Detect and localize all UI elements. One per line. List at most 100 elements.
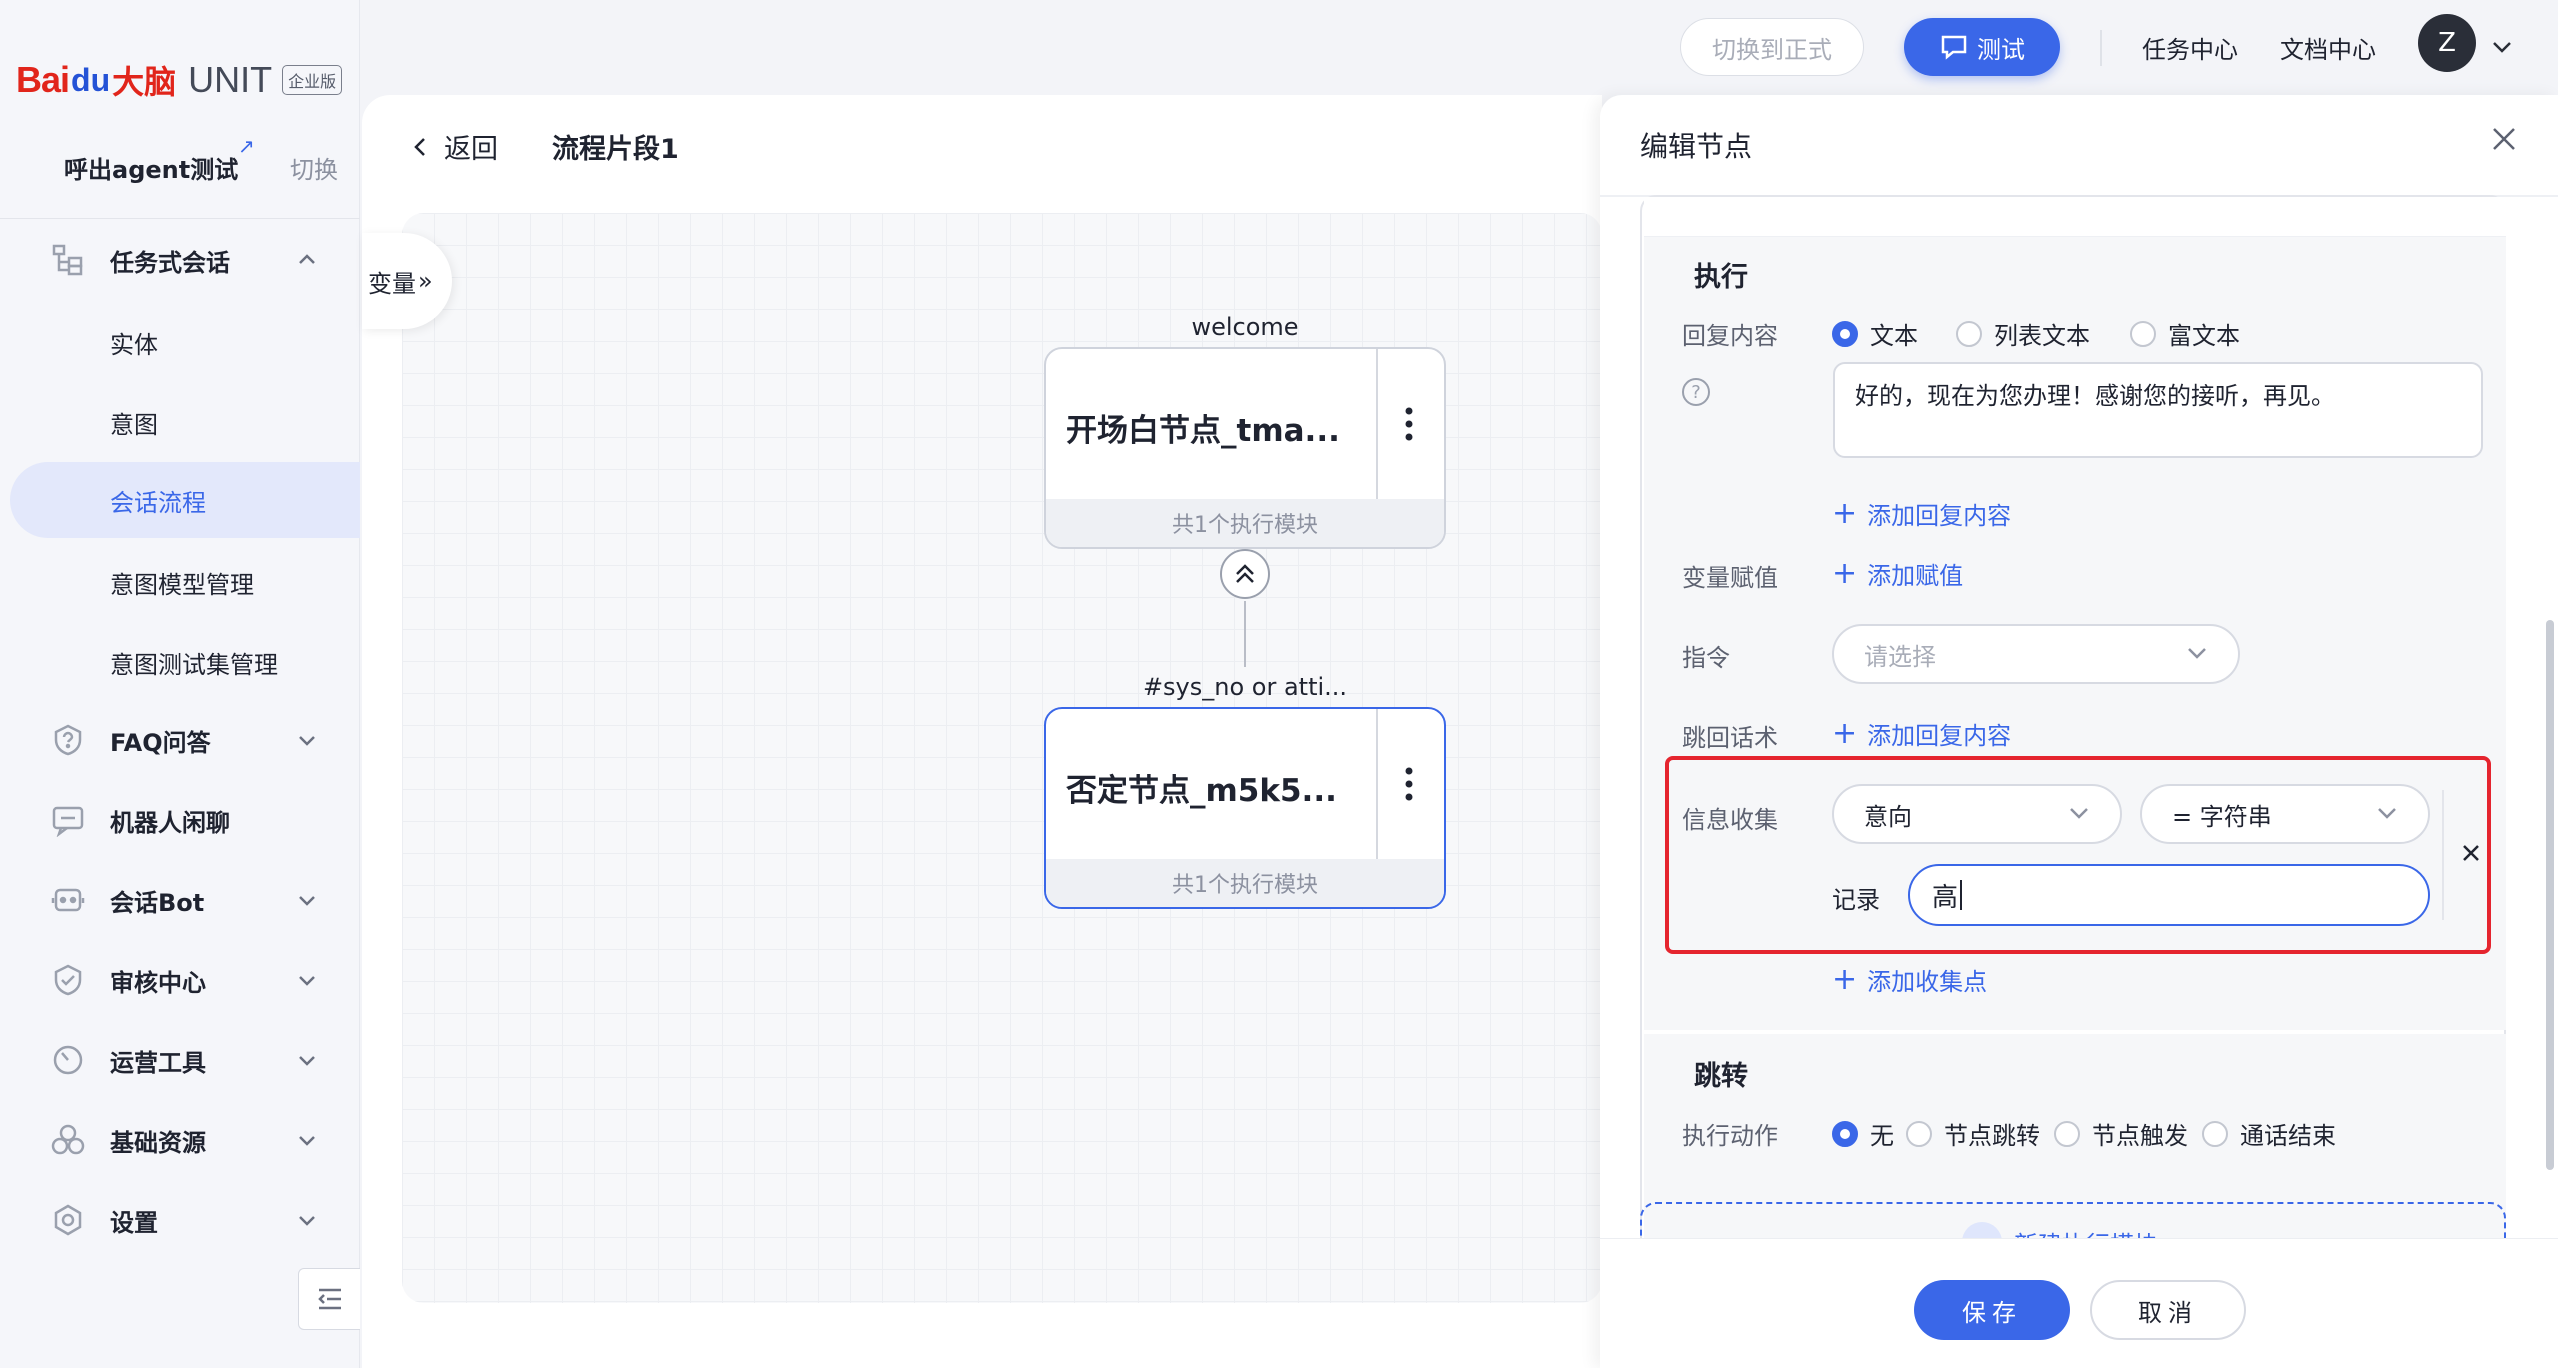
reply-type-rich-radio[interactable]: 富文本	[2130, 316, 2240, 351]
sidebar-item-ops-tools[interactable]: 运营工具	[0, 1020, 360, 1100]
doc-center-link[interactable]: 文档中心	[2280, 30, 2376, 65]
node-title: 否定节点_m5k5...	[1066, 773, 1337, 809]
radio-label: 通话结束	[2240, 1122, 2336, 1150]
save-button[interactable]: 保存	[1914, 1280, 2070, 1340]
chevron-down-icon	[299, 1136, 315, 1146]
node-footer: 共1个执行模块	[1046, 859, 1444, 907]
back-button[interactable]: 返回	[410, 127, 498, 166]
reply-text-area[interactable]: 好的，现在为您办理！感谢您的接听，再见。	[1833, 362, 2483, 458]
switch-agent-link[interactable]: 切换	[290, 150, 338, 185]
add-reply-content-link[interactable]: + 添加回复内容	[1832, 496, 2011, 531]
sidebar-item-base-resources[interactable]: 基础资源	[0, 1100, 360, 1180]
var-assign-label: 变量赋值	[1682, 564, 1778, 592]
chevron-down-icon	[299, 1056, 315, 1066]
new-execution-module-button[interactable]: 新建执行模块	[1640, 1202, 2506, 1238]
close-icon[interactable]	[2490, 125, 2518, 153]
radio-dot	[1906, 1120, 1932, 1147]
sidebar-item-label: 设置	[110, 1208, 158, 1237]
logo-unit-text: UNIT	[188, 59, 273, 100]
node-trigger-label: welcome	[1191, 313, 1299, 341]
action-node-jump-radio[interactable]: 节点跳转	[1906, 1116, 2040, 1151]
edition-badge: 企业版	[282, 65, 343, 95]
node-trigger-label: #sys_no or atti...	[1142, 673, 1348, 701]
add-jump-back-link[interactable]: + 添加回复内容	[1832, 716, 2011, 751]
plus-icon: +	[1832, 496, 1858, 531]
highlight-annotation-box	[1665, 756, 2491, 954]
exec-action-label: 执行动作	[1682, 1122, 1778, 1150]
chat-icon	[50, 802, 86, 838]
baidu-unit-logo[interactable]: Bai du 大脑 UNIT 企业版	[16, 50, 343, 110]
cancel-button[interactable]: 取消	[2090, 1280, 2246, 1340]
card-top-strip	[1644, 197, 2506, 237]
sidebar-subitem-intent-testset[interactable]: 意图测试集管理	[0, 624, 360, 700]
sidebar-subitem-label: 意图	[110, 410, 158, 439]
reply-type-text-radio[interactable]: 文本	[1832, 316, 1918, 351]
add-link-label: 添加收集点	[1867, 968, 1988, 996]
sidebar-item-review-center[interactable]: 审核中心	[0, 940, 360, 1020]
action-node-trigger-radio[interactable]: 节点触发	[2054, 1116, 2188, 1151]
sidebar-item-task-dialog[interactable]: 任务式会话	[0, 220, 360, 300]
help-icon[interactable]: ?	[1682, 378, 1710, 406]
logo-du-text: du	[71, 61, 111, 98]
more-vertical-icon[interactable]	[1394, 399, 1424, 449]
collapse-branch-button[interactable]	[1220, 549, 1270, 599]
plus-icon: +	[1832, 962, 1858, 997]
add-assignment-link[interactable]: + 添加赋值	[1832, 556, 1963, 591]
add-collect-point-link[interactable]: + 添加收集点	[1832, 962, 1987, 997]
flow-fragment-title: 流程片段1	[552, 134, 679, 165]
sidebar-item-chitchat[interactable]: 机器人闲聊	[0, 780, 360, 860]
radio-dot	[1832, 320, 1858, 347]
gauge-icon	[50, 1042, 86, 1078]
test-button[interactable]: 测试	[1904, 18, 2060, 76]
sidebar-item-label: 会话Bot	[110, 888, 205, 917]
task-center-link[interactable]: 任务中心	[2142, 30, 2238, 65]
logo-danao-text: 大脑	[112, 63, 177, 101]
collapse-icon	[317, 1288, 341, 1310]
sidebar-item-settings[interactable]: 设置	[0, 1180, 360, 1260]
sidebar-subitem-entity[interactable]: 实体	[0, 304, 360, 380]
action-end-call-radio[interactable]: 通话结束	[2202, 1116, 2336, 1151]
reply-content-label: 回复内容	[1682, 322, 1778, 350]
execute-section-title: 执行	[1694, 262, 1748, 293]
radio-dot	[1956, 320, 1982, 347]
jump-back-label: 跳回话术	[1682, 724, 1778, 752]
plus-icon: +	[1832, 556, 1858, 591]
sidebar-item-faq[interactable]: FAQ问答	[0, 700, 360, 780]
chevron-down-icon	[299, 896, 315, 906]
double-chevron-right-icon: »	[418, 267, 433, 295]
flow-canvas-panel: 返回 流程片段1 变量 » welcome 开场白节点_tma... 共1个执行…	[362, 95, 1602, 1368]
radio-label: 节点触发	[2092, 1122, 2188, 1150]
node-title: 开场白节点_tma...	[1066, 413, 1340, 449]
hexagon-gear-icon	[50, 1202, 86, 1238]
flow-node-opening[interactable]: 开场白节点_tma... 共1个执行模块	[1044, 347, 1446, 549]
sidebar-item-dialog-bot[interactable]: 会话Bot	[0, 860, 360, 940]
sidebar: Bai du 大脑 UNIT 企业版 呼出agent测试 ↗ 切换 任务式会话 …	[0, 0, 360, 1368]
more-vertical-icon[interactable]	[1394, 759, 1424, 809]
flow-node-negative[interactable]: 否定节点_m5k5... 共1个执行模块	[1044, 707, 1446, 909]
chat-bubble-icon	[1941, 35, 1967, 60]
action-none-radio[interactable]: 无	[1832, 1116, 1894, 1151]
bot-icon	[50, 882, 86, 918]
variables-tab-label: 变量	[368, 269, 416, 298]
sidebar-item-label: FAQ问答	[110, 728, 211, 757]
sidebar-subitem-intent[interactable]: 意图	[0, 384, 360, 460]
node-divider	[1376, 709, 1378, 859]
avatar[interactable]: Z	[2418, 14, 2476, 72]
reply-type-list-radio[interactable]: 列表文本	[1956, 316, 2090, 351]
collapse-sidebar-button[interactable]	[298, 1268, 360, 1330]
radio-label: 无	[1870, 1122, 1894, 1150]
back-label: 返回	[444, 134, 498, 165]
select-placeholder: 请选择	[1864, 642, 1936, 671]
chevron-down-icon	[299, 736, 315, 746]
switch-to-formal-button[interactable]: 切换到正式	[1680, 18, 1864, 76]
logo-bai-text: Bai	[16, 59, 70, 100]
sidebar-subitem-intent-model[interactable]: 意图模型管理	[0, 544, 360, 620]
sidebar-divider	[0, 218, 360, 219]
command-select[interactable]: 请选择	[1832, 624, 2240, 684]
sidebar-subitem-dialog-flow[interactable]: 会话流程	[10, 462, 360, 538]
drawer-scrollbar[interactable]	[2546, 620, 2554, 1170]
sidebar-subitem-label: 实体	[110, 330, 158, 359]
chevron-down-icon[interactable]	[2490, 34, 2514, 58]
sidebar-item-label: 任务式会话	[110, 248, 230, 277]
external-link-icon[interactable]: ↗	[238, 134, 255, 158]
